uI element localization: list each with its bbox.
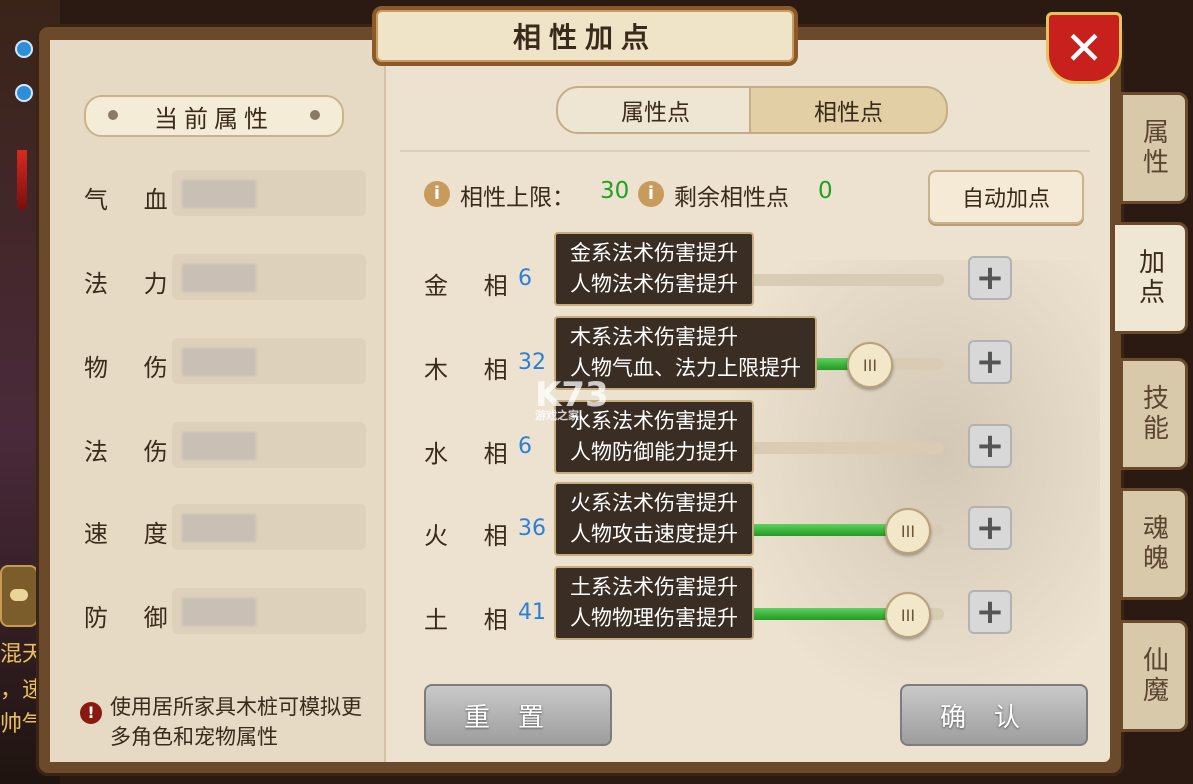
close-button[interactable]: ✕ bbox=[1046, 12, 1122, 84]
affinity-row-earth: 土 相 41 III 土系法术伤害提升 人物物理伤害提升 + bbox=[424, 566, 1024, 650]
slider-handle-icon[interactable]: III bbox=[847, 342, 893, 388]
side-tab-attributes[interactable]: 属性 bbox=[1120, 92, 1188, 204]
plus-button[interactable]: + bbox=[968, 340, 1012, 384]
attribute-row-defense: 防 御 bbox=[84, 588, 374, 636]
remaining-points-value: 0 bbox=[818, 178, 833, 204]
tab-attribute-points[interactable]: 属性点 bbox=[556, 86, 755, 134]
current-attributes-title: 当前属性 bbox=[154, 104, 274, 133]
affinity-label: 金 相 bbox=[424, 272, 522, 300]
attribute-label: 物 伤 bbox=[84, 354, 182, 382]
blurred-value bbox=[182, 514, 256, 542]
affinity-tooltip: 火系法术伤害提升 人物攻击速度提升 bbox=[554, 482, 754, 556]
affinity-label: 土 相 bbox=[424, 606, 522, 634]
chat-bubble-icon[interactable] bbox=[0, 565, 38, 627]
info-icon[interactable]: i bbox=[424, 181, 450, 207]
affinity-row-wood: 木 相 32 III 木系法术伤害提升 人物气血、法力上限提升 + bbox=[424, 316, 1024, 400]
title-banner: 相性加点 bbox=[372, 6, 798, 66]
attribute-row-mp: 法 力 bbox=[84, 254, 374, 302]
affinity-value: 32 bbox=[518, 350, 546, 375]
current-attributes-panel bbox=[50, 40, 386, 762]
attribute-row-speed: 速 度 bbox=[84, 504, 374, 552]
auto-allocate-button[interactable]: 自动加点 bbox=[928, 170, 1084, 224]
tooltip-line: 土系法术伤害提升 bbox=[570, 575, 738, 599]
attribute-row-physical-damage: 物 伤 bbox=[84, 338, 374, 386]
tooltip-line: 人物攻击速度提升 bbox=[570, 522, 738, 546]
affinity-cap-value: 30 bbox=[600, 178, 630, 204]
point-type-tabs: 属性点 相性点 bbox=[556, 86, 948, 134]
blurred-value bbox=[182, 598, 256, 626]
blurred-value bbox=[182, 180, 256, 208]
affinity-value: 41 bbox=[518, 600, 546, 625]
reset-button[interactable]: 重置 bbox=[424, 684, 612, 746]
affinity-tooltip: 土系法术伤害提升 人物物理伤害提升 bbox=[554, 566, 754, 640]
affinity-cap-label: 相性上限： bbox=[460, 185, 575, 211]
close-icon: ✕ bbox=[1064, 21, 1104, 75]
affinity-row-metal: 金 相 6 金系法术伤害提升 人物法术伤害提升 + bbox=[424, 232, 1024, 316]
attribute-label: 速 度 bbox=[84, 520, 182, 548]
remaining-points-label: 剩余相性点 bbox=[674, 185, 789, 211]
side-tab-immortal-demon[interactable]: 仙魔 bbox=[1120, 620, 1188, 732]
tip-text: 使用居所家具木桩可模拟更多角色和宠物属性 bbox=[110, 695, 362, 749]
attribute-label: 法 力 bbox=[84, 270, 182, 298]
affinity-value: 36 bbox=[518, 516, 546, 541]
plus-button[interactable]: + bbox=[968, 424, 1012, 468]
bullet-icon bbox=[310, 110, 320, 120]
attribute-row-hp: 气 血 bbox=[84, 170, 374, 218]
tab-affinity-points[interactable]: 相性点 bbox=[749, 86, 948, 134]
side-tab-add-points[interactable]: 加点 bbox=[1112, 222, 1188, 334]
tooltip-line: 木系法术伤害提升 bbox=[570, 325, 738, 349]
tooltip-line: 火系法术伤害提升 bbox=[570, 491, 738, 515]
tooltip-line: 人物法术伤害提升 bbox=[570, 272, 738, 296]
attribute-label: 法 伤 bbox=[84, 438, 182, 466]
tooltip-line: 金系法术伤害提升 bbox=[570, 241, 738, 265]
plus-button[interactable]: + bbox=[968, 590, 1012, 634]
affinity-label: 火 相 bbox=[424, 522, 522, 550]
plus-button[interactable]: + bbox=[968, 256, 1012, 300]
attribute-row-magic-damage: 法 伤 bbox=[84, 422, 374, 470]
current-attributes-header: 当前属性 bbox=[84, 95, 344, 137]
info-icon[interactable]: i bbox=[638, 181, 664, 207]
blurred-value bbox=[182, 348, 256, 376]
plus-button[interactable]: + bbox=[968, 506, 1012, 550]
tooltip-line: 人物物理伤害提升 bbox=[570, 606, 738, 630]
attribute-label: 气 血 bbox=[84, 186, 182, 214]
affinity-label: 木 相 bbox=[424, 356, 522, 384]
affinity-row-fire: 火 相 36 III 火系法术伤害提升 人物攻击速度提升 + bbox=[424, 482, 1024, 566]
side-tab-soul[interactable]: 魂魄 bbox=[1120, 488, 1188, 600]
confirm-button[interactable]: 确认 bbox=[900, 684, 1088, 746]
affinity-label: 水 相 bbox=[424, 440, 522, 468]
page-title: 相性加点 bbox=[512, 21, 657, 54]
affinity-row-water: 水 相 6 水系法术伤害提升 人物防御能力提升 + bbox=[424, 400, 1024, 484]
slider-handle-icon[interactable]: III bbox=[885, 508, 931, 554]
pendant-ornament-icon bbox=[10, 40, 34, 210]
tooltip-line: 人物防御能力提升 bbox=[570, 440, 738, 464]
affinity-tooltip: 金系法术伤害提升 人物法术伤害提升 bbox=[554, 232, 754, 306]
warning-icon: ! bbox=[80, 702, 102, 724]
slider-handle-icon[interactable]: III bbox=[885, 592, 931, 638]
blurred-value bbox=[182, 432, 256, 460]
bullet-icon bbox=[108, 110, 118, 120]
affinity-value: 6 bbox=[518, 434, 532, 459]
side-tab-skills[interactable]: 技能 bbox=[1120, 358, 1188, 470]
divider bbox=[400, 150, 1090, 152]
affinity-value: 6 bbox=[518, 266, 532, 291]
attribute-label: 防 御 bbox=[84, 604, 182, 632]
blurred-value bbox=[182, 264, 256, 292]
watermark-logo: K73 游戏之家 bbox=[535, 375, 609, 423]
